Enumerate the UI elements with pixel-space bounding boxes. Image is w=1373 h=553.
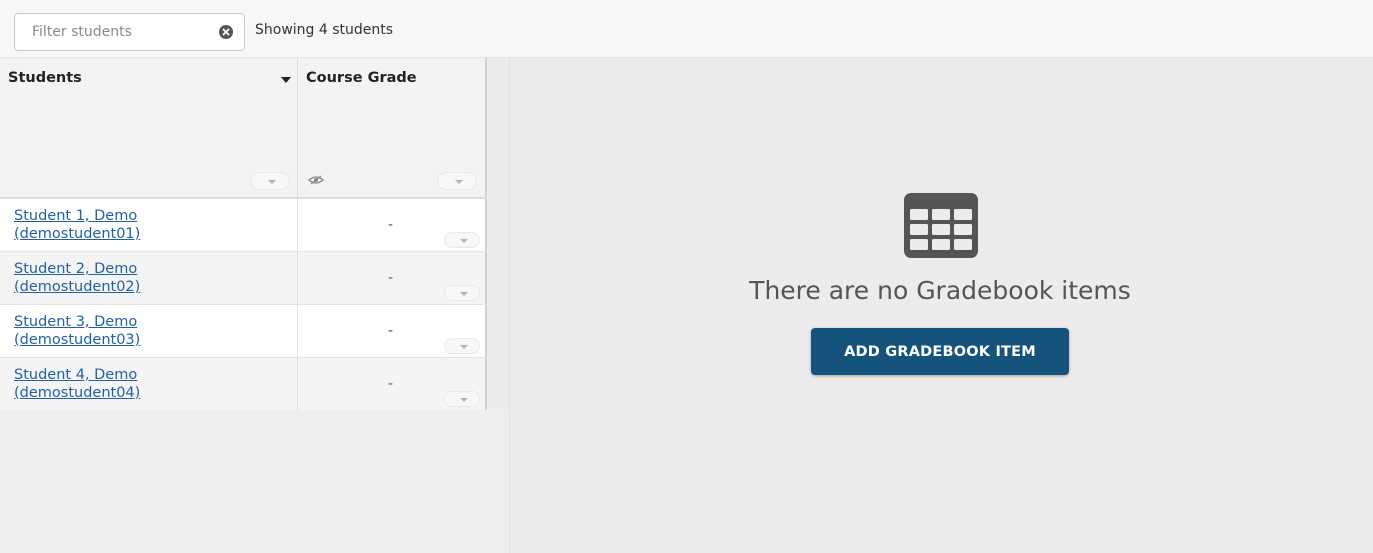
student-name-link[interactable]: Student 4, Demo (demostudent04) (14, 366, 284, 402)
table-row: Student 1, Demo (demostudent01) - (0, 199, 487, 252)
course-grade-cell[interactable]: - (298, 305, 487, 357)
course-grade-cell[interactable]: - (298, 199, 487, 251)
course-grade-cell-menu-toggle[interactable] (444, 338, 480, 354)
filter-students-box (14, 13, 245, 51)
student-username: (demostudent02) (14, 279, 141, 295)
student-username: (demostudent04) (14, 385, 141, 401)
clear-filter-icon[interactable] (219, 25, 233, 39)
course-grade-value: - (388, 217, 394, 233)
students-column-title: Students (8, 70, 82, 86)
empty-state-message: There are no Gradebook items (749, 276, 1131, 305)
grid-empty-area (0, 410, 510, 553)
empty-state-panel: There are no Gradebook items ADD GRADEBO… (510, 58, 1373, 553)
filter-students-input[interactable] (15, 14, 215, 50)
course-grade-cell-menu-toggle[interactable] (444, 391, 480, 407)
gradebook-grid: Students Course Grade Student 1, Demo (d… (0, 58, 487, 411)
student-name: Student 2, Demo (14, 261, 138, 277)
student-name: Student 3, Demo (14, 314, 138, 330)
student-cell: Student 2, Demo (demostudent02) (0, 252, 298, 304)
student-cell: Student 4, Demo (demostudent04) (0, 358, 298, 410)
course-grade-value: - (388, 376, 394, 392)
table-row: Student 4, Demo (demostudent04) - (0, 358, 487, 411)
student-name: Student 1, Demo (14, 208, 138, 224)
course-grade-value: - (388, 270, 394, 286)
course-grade-column-title: Course Grade (306, 70, 417, 86)
students-column-header[interactable]: Students (0, 58, 298, 197)
grid-header-row: Students Course Grade (0, 58, 487, 199)
course-grade-column-menu-toggle[interactable] (437, 172, 477, 190)
course-grade-cell-menu-toggle[interactable] (444, 232, 480, 248)
add-gradebook-item-button[interactable]: ADD GRADEBOOK ITEM (811, 328, 1069, 375)
student-name: Student 4, Demo (14, 367, 138, 383)
student-username: (demostudent03) (14, 332, 141, 348)
course-grade-cell[interactable]: - (298, 252, 487, 304)
course-grade-value: - (388, 323, 394, 339)
showing-count-text: Showing 4 students (255, 22, 394, 38)
student-name-link[interactable]: Student 1, Demo (demostudent01) (14, 207, 284, 243)
student-name-link[interactable]: Student 2, Demo (demostudent02) (14, 260, 284, 296)
students-column-menu-toggle[interactable] (250, 172, 290, 190)
table-row: Student 2, Demo (demostudent02) - (0, 252, 487, 305)
student-cell: Student 1, Demo (demostudent01) (0, 199, 298, 251)
student-username: (demostudent01) (14, 226, 141, 242)
course-grade-cell-menu-toggle[interactable] (444, 285, 480, 301)
student-name-link[interactable]: Student 3, Demo (demostudent03) (14, 313, 284, 349)
table-row: Student 3, Demo (demostudent03) - (0, 305, 487, 358)
table-icon (904, 193, 978, 258)
course-grade-column-header[interactable]: Course Grade (298, 58, 487, 197)
caret-down-icon[interactable] (281, 76, 291, 84)
eye-slash-icon[interactable] (308, 175, 324, 185)
course-grade-cell[interactable]: - (298, 358, 487, 410)
student-cell: Student 3, Demo (demostudent03) (0, 305, 298, 357)
gradebook-toolbar: Showing 4 students (0, 0, 1373, 58)
